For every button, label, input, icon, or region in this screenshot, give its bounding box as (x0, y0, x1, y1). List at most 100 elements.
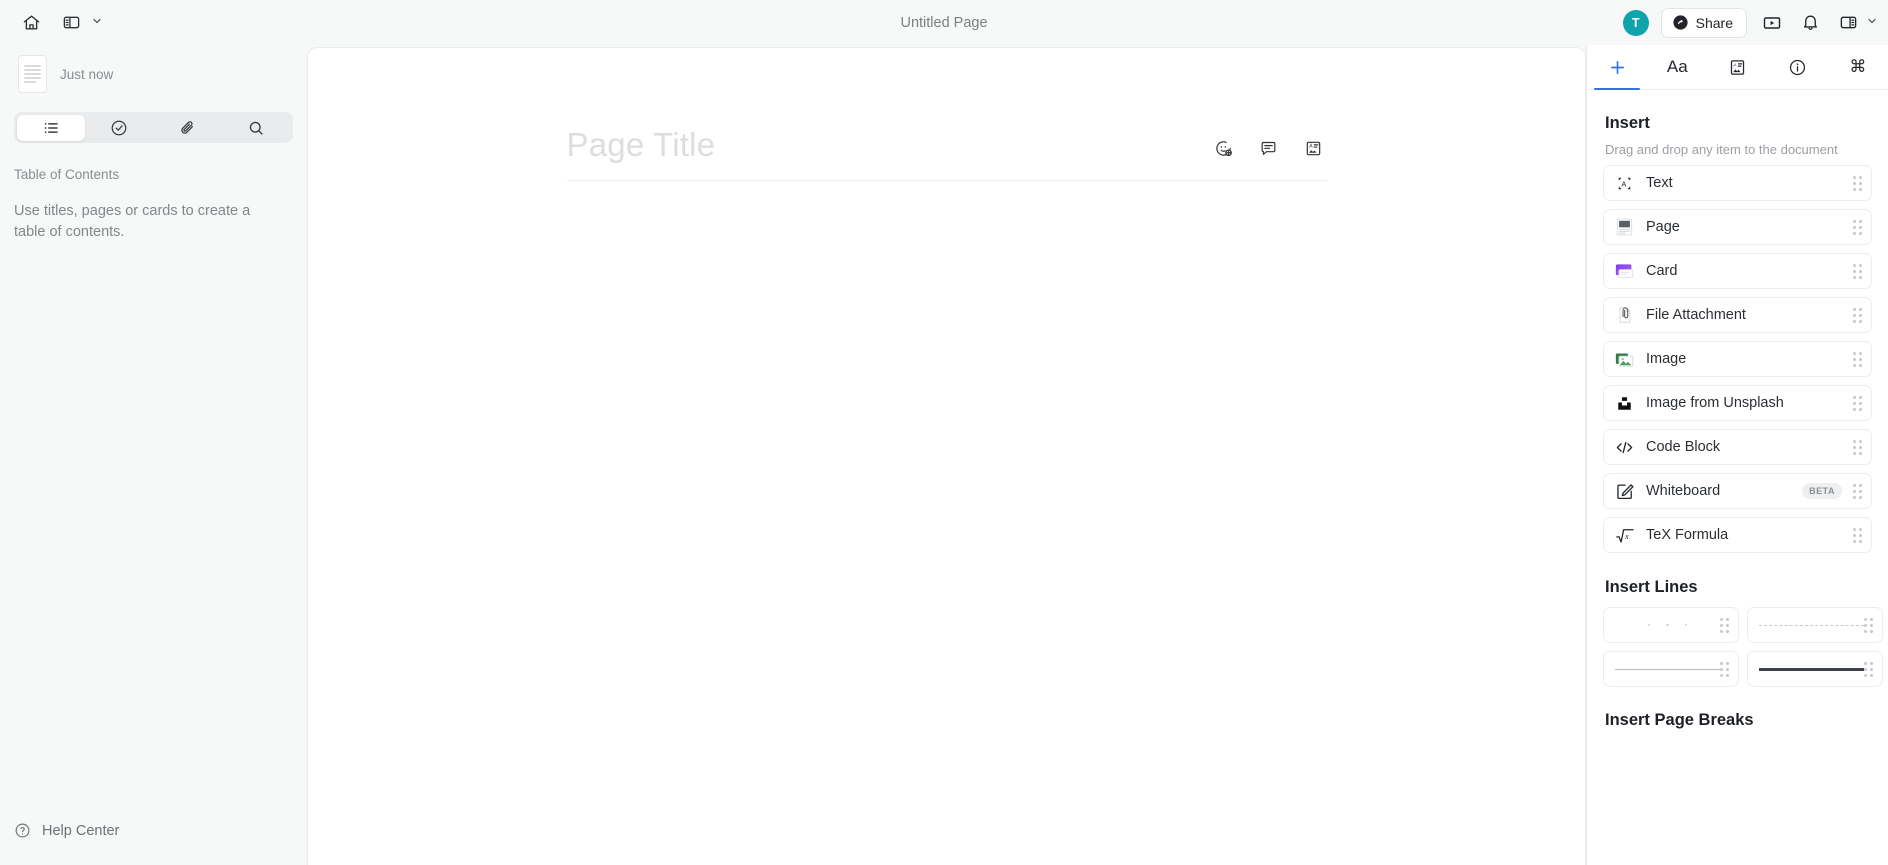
insert-item-code-block[interactable]: Code Block (1603, 429, 1872, 465)
drag-handle-icon[interactable] (1864, 661, 1873, 677)
question-circle-icon (14, 822, 31, 839)
document-thumbnail-icon (18, 55, 47, 93)
insert-item-image[interactable]: Image (1603, 341, 1872, 377)
insert-line-dotted[interactable] (1603, 607, 1739, 643)
status-badge: BETA (1802, 483, 1842, 499)
insert-item-label: Page (1646, 219, 1680, 235)
info-circle-icon (1788, 58, 1807, 77)
drag-handle-icon[interactable] (1720, 617, 1729, 633)
insert-item-label: TeX Formula (1646, 527, 1729, 543)
paperclip-icon (179, 119, 197, 137)
insert-item-label: Card (1646, 263, 1678, 279)
title-actions: A (1211, 135, 1327, 161)
insert-line-dashed[interactable] (1747, 607, 1883, 643)
drag-handle-icon[interactable] (1853, 483, 1862, 499)
sidebar-tab-outline[interactable] (16, 114, 85, 141)
tab-insert[interactable] (1587, 45, 1647, 90)
sidebar-tabbar (14, 112, 293, 143)
tab-templates[interactable]: A (1707, 45, 1767, 89)
cover-image-icon[interactable]: A (1301, 135, 1327, 161)
thick-line-preview (1759, 652, 1864, 686)
drag-handle-icon[interactable] (1864, 617, 1873, 633)
tab-info[interactable] (1768, 45, 1828, 89)
insert-item-tex-formula[interactable]: x TeX Formula (1603, 517, 1872, 553)
insert-line-thin[interactable] (1603, 651, 1739, 687)
right-panel-content: Insert Drag and drop any item to the doc… (1587, 90, 1888, 865)
drag-handle-icon[interactable] (1853, 351, 1862, 367)
toc-label: Table of Contents (14, 167, 120, 182)
insert-lines-heading: Insert Lines (1605, 578, 1698, 596)
unsplash-icon (1615, 394, 1634, 413)
text-box-icon: A (1615, 174, 1634, 193)
top-bar: Untitled Page T Share (0, 0, 1888, 45)
drag-handle-icon[interactable] (1853, 439, 1862, 455)
insert-item-card[interactable]: Card (1603, 253, 1872, 289)
svg-text:A: A (1309, 143, 1313, 149)
thin-line-preview (1615, 652, 1720, 686)
insert-item-text[interactable]: A Text (1603, 165, 1872, 201)
document-canvas-wrap: Page Title A (307, 45, 1586, 865)
insert-subtitle: Drag and drop any item to the document (1605, 142, 1838, 157)
document-canvas[interactable]: Page Title A (307, 47, 1586, 865)
left-panel-icon[interactable] (58, 10, 84, 36)
insert-item-file-attachment[interactable]: File Attachment (1603, 297, 1872, 333)
image-icon (1615, 350, 1634, 369)
help-center-button[interactable]: Help Center (0, 822, 307, 865)
drag-handle-icon[interactable] (1853, 527, 1862, 543)
app-root: Untitled Page T Share Just now Table of … (0, 0, 1888, 865)
insert-item-page[interactable]: Page (1603, 209, 1872, 245)
whiteboard-icon (1615, 482, 1634, 501)
aa-icon: Aa (1666, 57, 1688, 76)
comment-icon[interactable] (1256, 135, 1282, 161)
insert-page-breaks-heading: Insert Page Breaks (1605, 711, 1754, 729)
sidebar-tab-search[interactable] (222, 115, 291, 141)
insert-lines-grid (1603, 607, 1883, 687)
emoji-plus-icon[interactable] (1211, 135, 1237, 161)
list-icon (42, 119, 60, 137)
insert-item-label: Whiteboard (1646, 483, 1721, 499)
drag-handle-icon[interactable] (1720, 661, 1729, 677)
check-circle-icon (110, 119, 128, 137)
plus-icon (1607, 57, 1628, 78)
insert-item-label: Image (1646, 351, 1687, 367)
insert-heading: Insert (1605, 114, 1650, 132)
drag-handle-icon[interactable] (1853, 263, 1862, 279)
search-icon (247, 119, 265, 137)
drag-handle-icon[interactable] (1853, 307, 1862, 323)
body-row: Just now Table of Contents Use titles, p… (0, 45, 1888, 865)
svg-text:A: A (1733, 62, 1737, 68)
card-template-icon: A (1728, 58, 1747, 77)
tab-shortcuts[interactable]: ⌘ (1828, 45, 1888, 89)
file-attachment-icon (1615, 306, 1634, 325)
drag-handle-icon[interactable] (1853, 219, 1862, 235)
right-panel: Aa A ⌘ Insert Drag and drop any item to … (1586, 45, 1888, 865)
document-chip[interactable]: Just now (14, 51, 293, 97)
insert-item-label: Text (1646, 175, 1673, 191)
bell-icon[interactable] (1797, 10, 1823, 36)
drag-handle-icon[interactable] (1853, 175, 1862, 191)
sidebar-tab-attachments[interactable] (154, 115, 223, 141)
avatar[interactable]: T (1622, 9, 1649, 36)
tab-text-styles[interactable]: Aa (1647, 45, 1707, 89)
toc-empty-state: Use titles, pages or cards to create a t… (14, 203, 251, 241)
document-timestamp: Just now (60, 66, 114, 82)
insert-item-label: File Attachment (1646, 307, 1746, 323)
sidebar-tab-tasks[interactable] (85, 115, 154, 141)
help-center-label: Help Center (42, 822, 120, 839)
svg-text:A: A (1621, 179, 1626, 188)
insert-item-whiteboard[interactable]: Whiteboard BETA (1603, 473, 1872, 509)
present-play-icon[interactable] (1759, 10, 1785, 36)
right-panel-icon[interactable] (1835, 10, 1861, 36)
chevron-down-icon[interactable] (91, 15, 103, 30)
dashed-line-preview (1759, 608, 1864, 642)
page-icon (1615, 218, 1634, 237)
insert-item-label: Image from Unsplash (1646, 395, 1784, 411)
insert-line-thick[interactable] (1747, 651, 1883, 687)
chevron-down-icon-right[interactable] (1866, 15, 1878, 30)
card-icon (1615, 262, 1634, 281)
drag-handle-icon[interactable] (1853, 395, 1862, 411)
share-button[interactable]: Share (1660, 7, 1747, 38)
home-icon[interactable] (18, 10, 44, 36)
insert-item-image-unsplash[interactable]: Image from Unsplash (1603, 385, 1872, 421)
top-bar-left-group (0, 10, 103, 36)
